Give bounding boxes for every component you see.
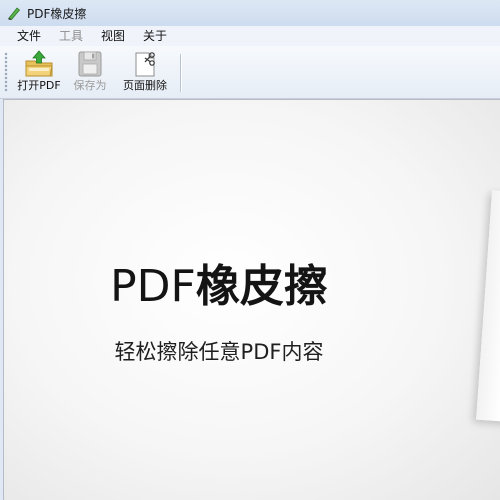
title-bar: PDF橡皮擦 (0, 0, 500, 26)
splash-subtitle: 轻松擦除任意PDF内容 (114, 340, 324, 364)
page-delete-icon (129, 49, 161, 79)
window-title: PDF橡皮擦 (27, 6, 87, 21)
save-as-button[interactable]: 保存为 (67, 49, 113, 95)
save-as-label: 保存为 (73, 79, 107, 92)
toolbar-separator (180, 54, 181, 92)
menu-bar: 文件 工具 视图 关于 (0, 26, 500, 46)
floppy-disk-icon (74, 49, 106, 79)
toolbar-grip[interactable] (4, 52, 8, 92)
menu-tools[interactable]: 工具 (50, 26, 92, 46)
page-delete-label: 页面删除 (123, 79, 167, 92)
open-pdf-button[interactable]: 打开PDF (13, 49, 65, 95)
menu-view[interactable]: 视图 (92, 26, 134, 46)
paper-sheet-graphic (476, 190, 500, 424)
splash-title: PDF橡皮擦 (4, 250, 434, 314)
page-delete-button[interactable]: 页面删除 (116, 49, 174, 95)
eraser-pencil-icon (6, 5, 22, 21)
open-pdf-label: 打开PDF (17, 79, 61, 92)
splash-title-latin: PDF (110, 261, 196, 312)
document-area[interactable]: PDF橡皮擦 轻松擦除任意PDF内容 (3, 99, 500, 500)
app-window: PDF橡皮擦 文件 工具 视图 关于 打开PDF 保存为 页面删除 PDF橡皮擦… (0, 0, 500, 500)
menu-file[interactable]: 文件 (8, 26, 50, 46)
toolbar: 打开PDF 保存为 页面删除 (0, 46, 500, 99)
menu-about[interactable]: 关于 (134, 26, 176, 46)
open-folder-icon (23, 49, 55, 79)
splash-title-cn: 橡皮擦 (195, 261, 328, 312)
